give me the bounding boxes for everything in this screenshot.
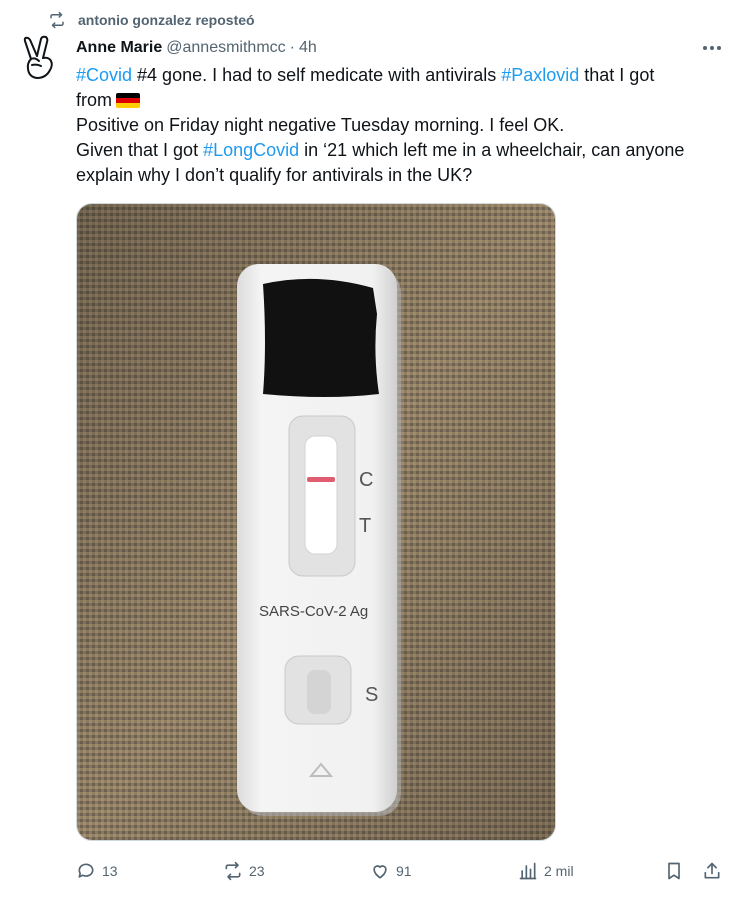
tweet-line-2: from [76, 88, 726, 113]
more-dot-icon [710, 46, 714, 50]
control-line [307, 477, 335, 482]
more-options-button[interactable] [697, 36, 727, 60]
germany-flag-icon [116, 93, 140, 108]
tweet-line-1: #Covid #4 gone. I had to self medicate w… [76, 63, 726, 88]
hashtag-paxlovid[interactable]: #Paxlovid [501, 65, 579, 85]
reply-icon [78, 863, 94, 878]
author-handle[interactable]: @annesmithmcc [166, 39, 285, 57]
tweet-line-3: Positive on Friday night negative Tuesda… [76, 115, 565, 135]
avatar[interactable] [18, 35, 62, 80]
more-dot-icon [717, 46, 721, 50]
view-count: 2 mil [544, 863, 574, 879]
bookmark-button[interactable] [664, 858, 684, 884]
tweet-text-segment: from [76, 90, 112, 110]
reply-count: 13 [102, 863, 118, 879]
test-strip [304, 435, 338, 555]
tweet-line-4: Given that I got #LongCovid in ‘21 which… [76, 138, 726, 163]
label-t: T [359, 515, 371, 537]
bar-chart-icon [519, 862, 537, 880]
tweet-photo[interactable]: C T SARS-CoV-2 Ag S [76, 203, 556, 841]
repost-label: antonio gonzalez reposteó [78, 12, 255, 28]
author-name[interactable]: Anne Marie [76, 39, 162, 57]
tweet-header: Anne Marie @annesmithmcc · 4h [76, 37, 317, 59]
repost-icon [50, 11, 64, 29]
covid-test-photo: C T SARS-CoV-2 Ag S [77, 204, 555, 840]
views-button[interactable]: 2 mil [518, 858, 574, 884]
test-name-label: SARS-CoV-2 Ag [259, 603, 368, 620]
share-icon [704, 862, 720, 879]
repost-banner[interactable]: antonio gonzalez reposteó [48, 8, 255, 32]
peace-hand-icon [23, 35, 53, 79]
like-button[interactable]: 91 [370, 858, 412, 884]
label-c: C [359, 469, 373, 491]
repost-button[interactable]: 23 [223, 858, 265, 884]
redacted-area [263, 278, 379, 397]
like-count: 91 [396, 863, 412, 879]
tweet-text-segment: Given that I got [76, 140, 204, 160]
tweet-actions: 13 23 91 2 mil [76, 858, 726, 884]
tweet-text: #Covid #4 gone. I had to self medicate w… [76, 63, 726, 188]
repost-icon [225, 861, 241, 881]
hashtag-longcovid[interactable]: #LongCovid [203, 140, 299, 160]
tweet-text-segment: #4 gone. I had to self medicate with ant… [132, 65, 502, 85]
hashtag-covid[interactable]: #Covid [76, 65, 132, 85]
bookmark-icon [668, 862, 680, 880]
sample-well [307, 670, 331, 714]
reply-button[interactable]: 13 [76, 858, 118, 884]
label-s: S [365, 684, 378, 706]
tweet-line-5: explain why I don’t qualify for antivira… [76, 165, 473, 185]
tweet-text-segment: that I got [579, 65, 655, 85]
repost-count: 23 [249, 863, 265, 879]
separator-dot: · [289, 39, 295, 56]
heart-icon [373, 865, 387, 879]
tweet-time[interactable]: 4h [299, 39, 317, 57]
tweet-text-segment: in ‘21 which left me in a wheelchair, ca… [299, 140, 685, 160]
share-button[interactable] [702, 858, 722, 884]
more-dot-icon [703, 46, 707, 50]
